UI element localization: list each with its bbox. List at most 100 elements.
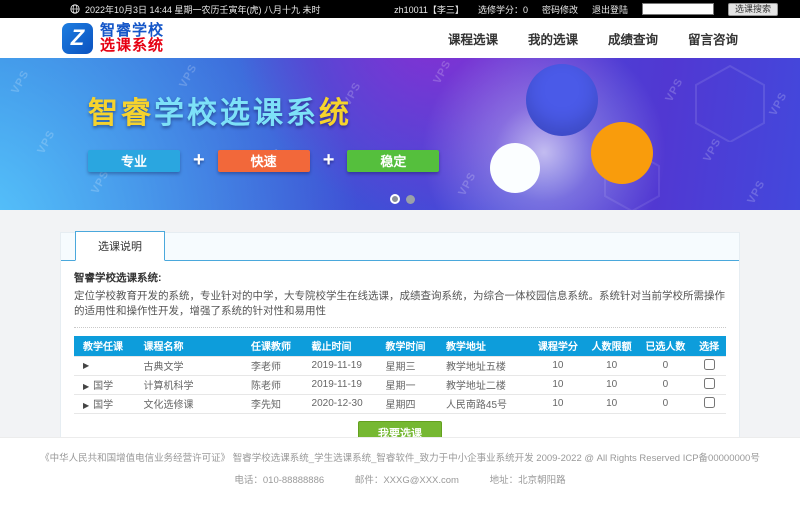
decorative-circle-orange bbox=[591, 122, 653, 184]
cell-limit: 10 bbox=[585, 394, 639, 413]
cell-course-name: 文化选修课 bbox=[134, 394, 242, 413]
plus-sign: + bbox=[193, 149, 205, 172]
topbar-datetime-group: 2022年10月3日 14:44 星期一农历壬寅年(虎) 八月十九 未时 bbox=[70, 3, 321, 16]
row-expand-icon[interactable]: ▶ bbox=[83, 382, 89, 391]
footer-email: 邮件：XXXG@XXX.com bbox=[355, 475, 459, 486]
decorative-circle-blue bbox=[526, 64, 598, 136]
carousel-dot[interactable] bbox=[406, 195, 415, 204]
cell-selected-count: 0 bbox=[639, 356, 693, 375]
col-header-limit: 人数限额 bbox=[585, 336, 639, 356]
cell-category: 国学 bbox=[93, 381, 113, 392]
nav-item-messages[interactable]: 留言咨询 bbox=[688, 29, 738, 48]
vps-watermark: VPS bbox=[767, 90, 789, 118]
course-search-button[interactable]: 选课搜索 bbox=[728, 3, 778, 16]
cell-teacher: 李先知 bbox=[242, 394, 302, 413]
cell-credit: 10 bbox=[531, 375, 585, 394]
decorative-circle-white bbox=[490, 143, 540, 193]
cell-course-name: 古典文学 bbox=[134, 356, 242, 375]
tab-course-instructions[interactable]: 选课说明 bbox=[75, 231, 165, 261]
cell-deadline: 2019-11-19 bbox=[303, 375, 377, 394]
intro-body: 定位学校教育开发的系统，专业针对的中学，大专院校学生在线选课，成绩查询系统，为综… bbox=[74, 289, 726, 319]
col-header-teacher: 任课教师 bbox=[242, 336, 302, 356]
col-header-credits: 课程学分 bbox=[531, 336, 585, 356]
footer-phone: 电话：010-88888886 bbox=[234, 475, 324, 486]
vps-watermark: VPS bbox=[177, 62, 199, 90]
nav-item-my-courses[interactable]: 我的选课 bbox=[528, 29, 578, 48]
site-footer: 《中华人民共和国增值电信业务经营许可证》 智睿学校选课系统_学生选课系统_智睿软… bbox=[0, 437, 800, 510]
tab-strip: 选课说明 bbox=[61, 233, 739, 261]
vps-watermark: VPS bbox=[663, 76, 685, 104]
intro-heading: 智睿学校选课系统: bbox=[74, 270, 726, 285]
cell-teacher: 李老师 bbox=[242, 356, 302, 375]
footer-address: 地址：北京朝阳路 bbox=[490, 475, 566, 486]
cell-address: 教学地址二楼 bbox=[437, 375, 531, 394]
hero-title-part1: 智睿 bbox=[88, 97, 154, 130]
table-header-row: 教学任课 课程名称 任课教师 截止时间 教学时间 教学地址 课程学分 人数限额 … bbox=[74, 336, 726, 356]
change-password-link[interactable]: 密码修改 bbox=[542, 3, 578, 16]
table-row: ▶国学 计算机科学 陈老师 2019-11-19 星期一 教学地址二楼 10 1… bbox=[74, 375, 726, 394]
datetime-text: 2022年10月3日 14:44 星期一农历壬寅年(虎) 八月十九 未时 bbox=[85, 3, 321, 16]
vps-watermark: VPS bbox=[35, 128, 57, 156]
credits-text: 选修学分：0 bbox=[478, 3, 528, 16]
row-select-checkbox[interactable] bbox=[704, 397, 715, 408]
badge-stable: 稳定 bbox=[347, 150, 439, 172]
footer-line1: 《中华人民共和国增值电信业务经营许可证》 智睿学校选课系统_学生选课系统_智睿软… bbox=[0, 450, 800, 464]
cell-credit: 10 bbox=[531, 356, 585, 375]
logo[interactable]: Z 智睿学校 选课系统 bbox=[62, 23, 164, 54]
cell-deadline: 2020-12-30 bbox=[303, 394, 377, 413]
cell-course-name: 计算机科学 bbox=[134, 375, 242, 394]
row-expand-icon[interactable]: ▶ bbox=[83, 361, 89, 370]
col-header-address: 教学地址 bbox=[437, 336, 531, 356]
cell-address: 教学地址五楼 bbox=[437, 356, 531, 375]
cell-day: 星期一 bbox=[376, 375, 436, 394]
logo-z-icon: Z bbox=[62, 23, 93, 54]
col-header-time: 教学时间 bbox=[376, 336, 436, 356]
footer-line2: 电话：010-88888886 邮件：XXXG@XXX.com 地址：北京朝阳路 bbox=[0, 472, 800, 486]
globe-icon bbox=[70, 4, 80, 14]
vps-watermark: VPS bbox=[89, 168, 111, 196]
row-select-checkbox[interactable] bbox=[704, 378, 715, 389]
vps-watermark: VPS bbox=[9, 68, 31, 96]
course-table: 教学任课 课程名称 任课教师 截止时间 教学时间 教学地址 课程学分 人数限额 … bbox=[74, 336, 726, 414]
col-header-deadline: 截止时间 bbox=[303, 336, 377, 356]
hero-content: 智睿学校选课系统 专业 + 快速 + 稳定 bbox=[88, 88, 439, 172]
cell-address: 人民南路45号 bbox=[437, 394, 531, 413]
cell-credit: 10 bbox=[531, 394, 585, 413]
vps-watermark: VPS bbox=[745, 178, 767, 206]
hexagon-decoration bbox=[690, 62, 770, 142]
nav-item-course-select[interactable]: 课程选课 bbox=[448, 29, 498, 48]
cell-selected-count: 0 bbox=[639, 394, 693, 413]
badge-professional: 专业 bbox=[88, 150, 180, 172]
topbar: 2022年10月3日 14:44 星期一农历壬寅年(虎) 八月十九 未时 zh1… bbox=[0, 0, 800, 18]
logo-line2: 选课系统 bbox=[100, 38, 164, 53]
main-section: 选课说明 智睿学校选课系统: 定位学校教育开发的系统，专业针对的中学，大专院校学… bbox=[0, 210, 800, 437]
page: 2022年10月3日 14:44 星期一农历壬寅年(虎) 八月十九 未时 zh1… bbox=[0, 0, 800, 510]
hero-title: 智睿学校选课系统 bbox=[88, 88, 439, 132]
cell-limit: 10 bbox=[585, 356, 639, 375]
vps-watermark: VPS bbox=[456, 170, 478, 198]
logo-line1: 智睿学校 bbox=[100, 23, 164, 38]
username-text: zh10011【李三】 bbox=[394, 3, 464, 16]
col-header-choose: 选择 bbox=[692, 336, 726, 356]
cell-day: 星期四 bbox=[376, 394, 436, 413]
cell-day: 星期三 bbox=[376, 356, 436, 375]
col-header-selected: 已选人数 bbox=[639, 336, 693, 356]
row-expand-icon[interactable]: ▶ bbox=[83, 401, 89, 410]
col-header-teaching: 教学任课 bbox=[74, 336, 134, 356]
cell-selected-count: 0 bbox=[639, 375, 693, 394]
course-search-input[interactable] bbox=[642, 3, 714, 15]
row-select-checkbox[interactable] bbox=[704, 359, 715, 370]
hero-title-part2: 学校选课系 bbox=[154, 97, 319, 130]
hero-badges: 专业 + 快速 + 稳定 bbox=[88, 149, 439, 172]
hero-title-part3: 统 bbox=[319, 97, 352, 130]
col-header-name: 课程名称 bbox=[134, 336, 242, 356]
logout-link[interactable]: 退出登陆 bbox=[592, 3, 628, 16]
dotted-divider bbox=[74, 327, 726, 328]
carousel-dot-active[interactable] bbox=[390, 194, 400, 204]
table-row: ▶ 古典文学 李老师 2019-11-19 星期三 教学地址五楼 10 10 0 bbox=[74, 356, 726, 375]
hero-banner: VPS VPS VPS VPS VPS VPS VPS VPS VPS VPS … bbox=[0, 58, 800, 210]
nav-item-grades[interactable]: 成绩查询 bbox=[608, 29, 658, 48]
badge-fast: 快速 bbox=[218, 150, 310, 172]
main-nav: 课程选课 我的选课 成绩查询 留言咨询 bbox=[448, 29, 738, 48]
topbar-user-group: zh10011【李三】 选修学分：0 密码修改 退出登陆 选课搜索 bbox=[394, 3, 778, 16]
